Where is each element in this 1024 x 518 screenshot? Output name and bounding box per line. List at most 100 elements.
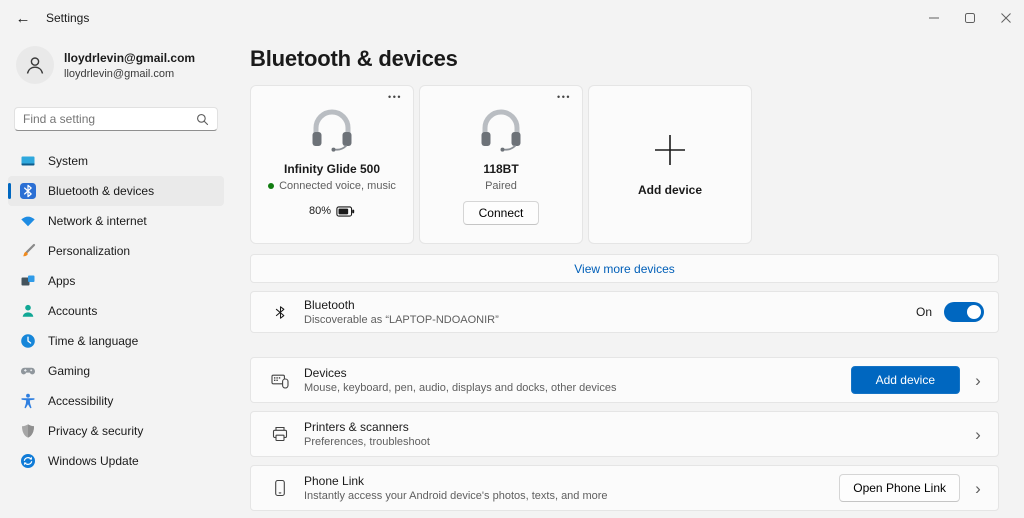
sidebar-nav: System Bluetooth & devices Network & int… — [0, 146, 232, 476]
printers-scanners-row[interactable]: Printers & scanners Preferences, trouble… — [250, 411, 999, 457]
sidebar-item-accessibility[interactable]: Accessibility — [8, 386, 224, 416]
sidebar-item-label: System — [48, 154, 89, 168]
sidebar-item-apps[interactable]: Apps — [8, 266, 224, 296]
bluetooth-icon — [20, 183, 36, 199]
main-content: Bluetooth & devices ••• Infinity Glide 5… — [250, 36, 999, 511]
plus-icon — [655, 135, 685, 165]
printers-row-title: Printers & scanners — [304, 420, 409, 434]
accounts-icon — [20, 303, 36, 319]
person-icon — [26, 57, 44, 74]
device-cards-row: ••• Infinity Glide 500 Connected voice, … — [250, 85, 999, 244]
devices-row-right: Add device › — [850, 366, 984, 394]
back-button[interactable]: ← — [8, 5, 38, 31]
search-input[interactable] — [23, 112, 196, 126]
sidebar-item-personalization[interactable]: Personalization — [8, 236, 224, 266]
devices-row[interactable]: Devices Mouse, keyboard, pen, audio, dis… — [250, 357, 999, 403]
printers-row-right: › — [960, 426, 984, 443]
connect-button[interactable]: Connect — [462, 201, 540, 225]
maximize-button[interactable] — [952, 0, 988, 36]
phone-link-row-right: Open Phone Link › — [839, 474, 984, 502]
sidebar-item-label: Apps — [48, 274, 76, 288]
sidebar-item-label: Time & language — [48, 334, 139, 348]
avatar — [16, 46, 54, 84]
bluetooth-row-title: Bluetooth — [304, 298, 355, 312]
time-language-icon — [20, 333, 36, 349]
sidebar-item-system[interactable]: System — [8, 146, 224, 176]
sidebar-item-accounts[interactable]: Accounts — [8, 296, 224, 326]
chevron-right-icon: › — [975, 424, 981, 444]
add-device-card[interactable]: Add device — [588, 85, 752, 244]
close-icon — [1001, 13, 1011, 23]
bluetooth-row-right: On — [916, 302, 984, 322]
sidebar-item-label: Network & internet — [48, 214, 147, 228]
sidebar-item-bluetooth-devices[interactable]: Bluetooth & devices — [8, 176, 224, 206]
battery-row: 80% — [309, 205, 355, 217]
close-button[interactable] — [988, 0, 1024, 36]
profile-text: lloydrlevin@gmail.com lloydrlevin@gmail.… — [64, 51, 195, 80]
phone-link-row-text: Phone Link Instantly access your Android… — [304, 474, 608, 502]
sidebar-item-network-internet[interactable]: Network & internet — [8, 206, 224, 236]
window-title: Settings — [46, 11, 90, 25]
bluetooth-toggle-row: Bluetooth Discoverable as “LAPTOP-NDOAON… — [250, 291, 999, 333]
chevron-right-icon: › — [975, 370, 981, 390]
toggle-state-label: On — [915, 305, 932, 319]
profile-name: lloydrlevin@gmail.com — [64, 50, 196, 65]
devices-row-subtitle: Mouse, keyboard, pen, audio, displays an… — [304, 382, 617, 394]
device-status: Paired — [485, 180, 517, 192]
search-box[interactable] — [14, 107, 218, 131]
sidebar-item-gaming[interactable]: Gaming — [8, 356, 224, 386]
privacy-security-icon — [20, 423, 36, 439]
accessibility-icon — [20, 393, 36, 409]
sidebar-item-label: Gaming — [48, 364, 91, 378]
window-controls — [916, 0, 1024, 36]
phone-link-row[interactable]: Phone Link Instantly access your Android… — [250, 465, 999, 511]
open-phone-link-button[interactable]: Open Phone Link — [839, 474, 960, 502]
search-icon[interactable] — [196, 113, 209, 126]
device-card-infinity-glide: ••• Infinity Glide 500 Connected voice, … — [250, 85, 414, 244]
add-device-button[interactable]: Add device — [850, 366, 960, 394]
more-options-icon[interactable]: ••• — [385, 89, 405, 105]
connected-status-dot — [268, 183, 275, 189]
sidebar-item-windows-update[interactable]: Windows Update — [8, 446, 224, 476]
sidebar-item-time-language[interactable]: Time & language — [8, 326, 224, 356]
view-more-devices-link[interactable]: View more devices — [574, 262, 675, 276]
sidebar-item-label: Personalization — [48, 244, 131, 258]
chevron-right-icon: › — [975, 478, 981, 498]
printers-row-subtitle: Preferences, troubleshoot — [304, 436, 430, 448]
device-name: 118BT — [483, 162, 519, 176]
phone-link-row-subtitle: Instantly access your Android device's p… — [304, 490, 608, 502]
system-icon — [20, 153, 36, 169]
network-icon — [20, 213, 36, 229]
more-options-icon[interactable]: ••• — [554, 89, 574, 105]
toggle-knob — [967, 305, 981, 319]
headset-icon — [312, 109, 352, 152]
device-status-text: Connected voice, music — [279, 180, 396, 192]
phone-link-row-title: Phone Link — [304, 474, 365, 488]
profile-email: lloydrlevin@gmail.com — [64, 67, 175, 80]
sidebar-item-label: Accessibility — [48, 394, 114, 408]
devices-row-title: Devices — [304, 366, 347, 380]
windows-update-icon — [20, 453, 36, 469]
sidebar-item-privacy-security[interactable]: Privacy & security — [8, 416, 224, 446]
printer-icon — [271, 425, 289, 443]
minimize-button[interactable] — [916, 0, 952, 36]
apps-icon — [20, 273, 36, 289]
device-name: Infinity Glide 500 — [283, 162, 381, 176]
profile[interactable]: lloydrlevin@gmail.com lloydrlevin@gmail.… — [16, 46, 220, 84]
sidebar: lloydrlevin@gmail.com lloydrlevin@gmail.… — [0, 36, 232, 518]
back-arrow-icon: ← — [15, 9, 31, 27]
phone-icon — [271, 479, 289, 497]
bluetooth-row-subtitle: Discoverable as “LAPTOP-NDOAONIR” — [304, 314, 499, 326]
devices-row-text: Devices Mouse, keyboard, pen, audio, dis… — [304, 366, 616, 394]
battery-icon — [336, 205, 355, 217]
device-card-118bt: ••• 118BT Paired Connect — [419, 85, 583, 244]
page-title: Bluetooth & devices — [250, 46, 458, 71]
maximize-icon — [965, 13, 975, 23]
headset-icon — [481, 109, 521, 152]
view-more-bar: View more devices — [250, 254, 999, 283]
sidebar-item-label: Bluetooth & devices — [48, 184, 155, 198]
sidebar-item-label: Windows Update — [48, 454, 139, 468]
minimize-icon — [929, 13, 939, 23]
titlebar: ← Settings — [0, 0, 1024, 36]
bluetooth-toggle[interactable] — [944, 302, 984, 322]
